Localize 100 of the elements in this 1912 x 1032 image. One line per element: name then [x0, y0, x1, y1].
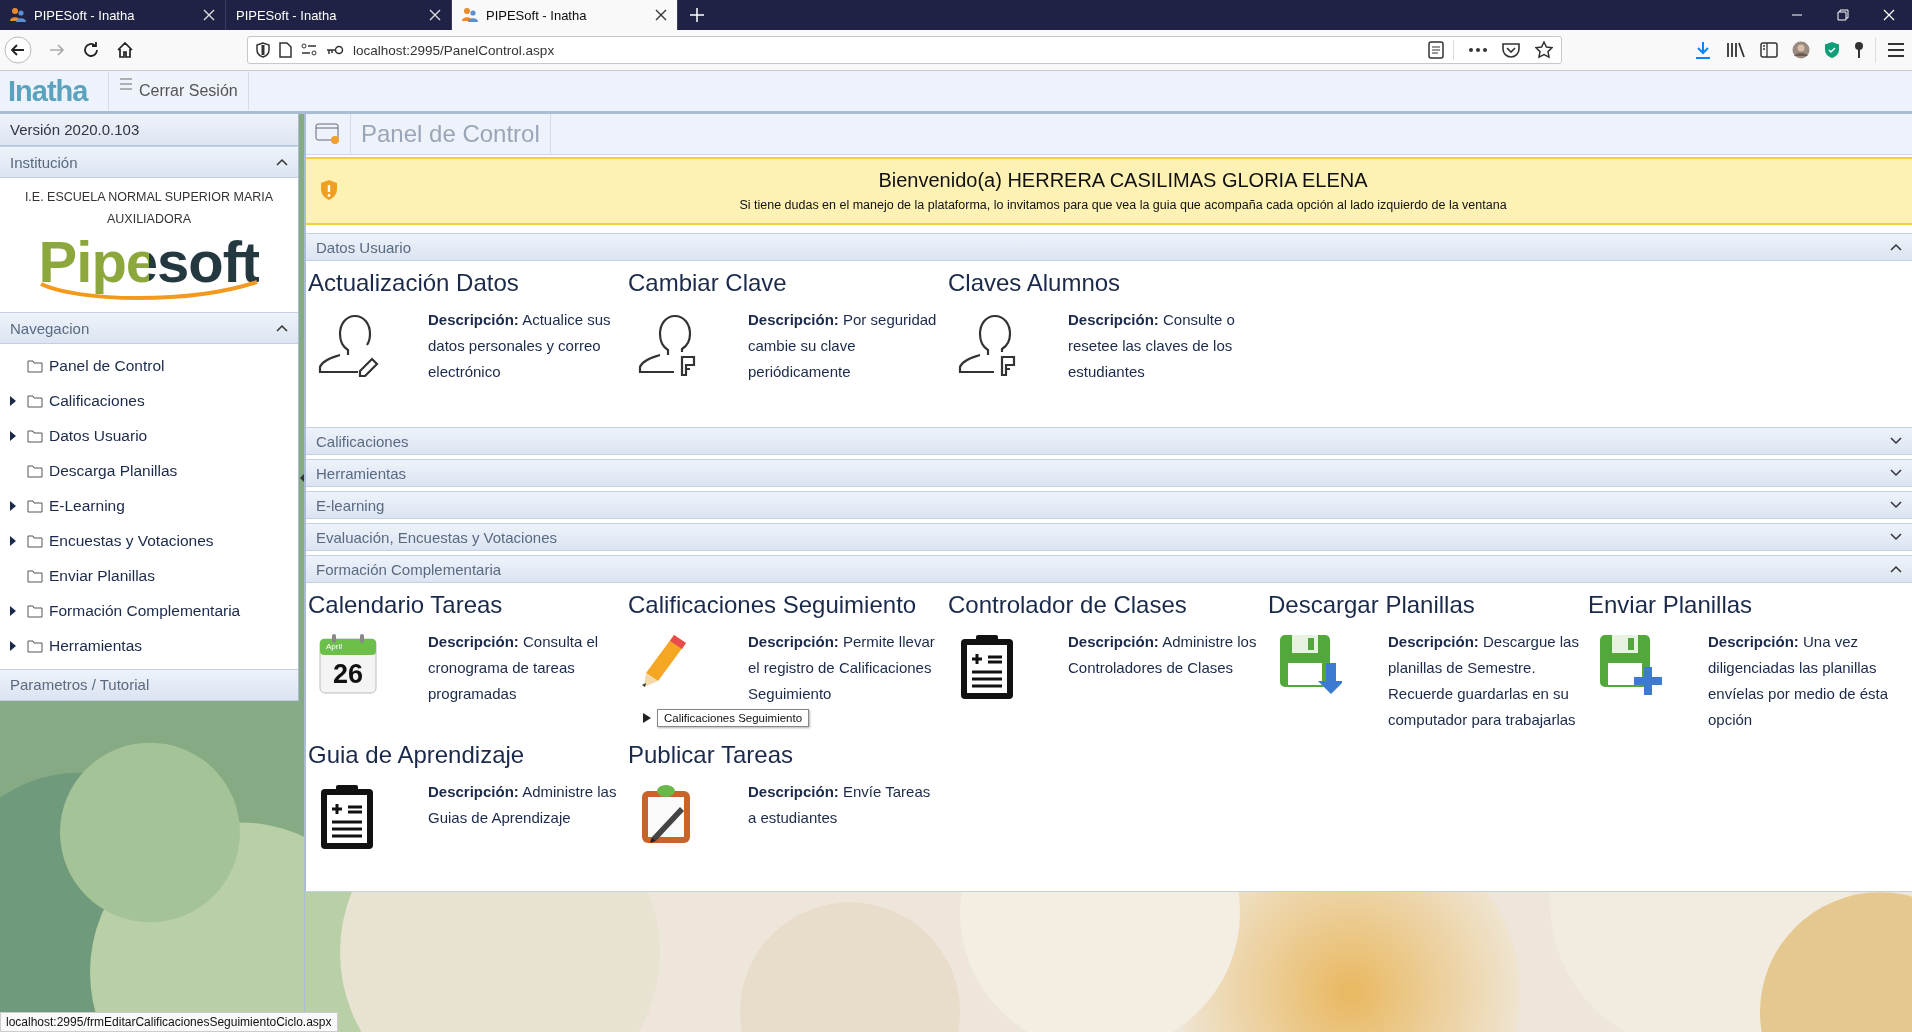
clipboard-list-icon[interactable] [318, 783, 376, 851]
card-title[interactable]: Descargar Planillas [1268, 591, 1588, 619]
nav-item[interactable]: Datos Usuario [49, 426, 148, 445]
card-description: Descripción: Permite llevar el registro de Calificaciones Seguimiento [748, 632, 936, 704]
logout-menu-item[interactable]: Cerrar Sesión [108, 72, 249, 110]
clipboard-list-icon[interactable] [958, 633, 1016, 701]
version-label: Versión 2020.0.103 [0, 114, 298, 146]
expand-arrow-icon[interactable] [10, 430, 16, 441]
chevron-up-icon[interactable] [276, 158, 288, 166]
shield-icon[interactable] [1824, 41, 1840, 59]
cursor-arrow-icon [643, 713, 651, 723]
nav-item[interactable]: Panel de Control [49, 356, 165, 375]
restore-icon[interactable] [1837, 9, 1849, 21]
card-title[interactable]: Enviar Planillas [1588, 591, 1908, 619]
reload-icon[interactable] [82, 41, 100, 59]
expand-arrow-icon[interactable] [10, 395, 16, 406]
card-description: Descripción: Descargue las planillas de Semestre. Recuerde guardarlas en su computador para trabajarlas [1388, 632, 1580, 730]
folder-icon [27, 533, 43, 548]
card-title[interactable]: Calendario Tareas [308, 591, 628, 619]
page-title: Panel de Control [351, 114, 551, 154]
chevron-up-icon[interactable] [276, 324, 288, 332]
nav-item[interactable]: Descarga Planillas [49, 461, 178, 480]
panel-header[interactable]: Parametros / Tutorial [0, 669, 298, 701]
reader-view-icon[interactable] [1428, 41, 1444, 59]
panel-header-title: Evaluación, Encuestas y Votaciones [316, 528, 557, 546]
nav-item[interactable]: Enviar Planillas [49, 566, 155, 585]
avatar-icon[interactable] [1792, 41, 1810, 59]
url-text: localhost:2995/PanelControl.aspx [353, 42, 555, 58]
new-tab-icon[interactable] [690, 8, 704, 22]
folder-icon [27, 393, 43, 408]
collapse-arrow-icon[interactable] [300, 474, 304, 482]
key-icon [326, 45, 344, 55]
status-url: localhost:2995/frmEditarCalificacionesSeguimientoCiclo.aspx [0, 1012, 338, 1032]
panel-header[interactable]: Formación Complementaria [306, 555, 1912, 583]
card-title[interactable]: Actualización Datos [308, 269, 628, 297]
floppy-download-icon[interactable] [1278, 633, 1342, 695]
calendar-day: 26 [318, 659, 378, 690]
card-title[interactable]: Guia de Aprendizaje [308, 741, 628, 769]
panel-header-title: Calificaciones [316, 432, 409, 450]
pocket-icon[interactable] [1502, 42, 1520, 58]
more-icon[interactable] [1469, 48, 1487, 52]
card-title[interactable]: Publicar Tareas [628, 741, 948, 769]
panel-header[interactable]: Institución [0, 146, 298, 178]
folder-icon [27, 428, 43, 443]
card-description: Descripción: Consulta el cronograma de tareas programadas [428, 632, 600, 704]
panel-header-title: Datos Usuario [316, 238, 412, 256]
warning-shield-icon [320, 179, 338, 201]
panel-header-title: Herramientas [316, 464, 407, 482]
card-description: Descripción: Por seguridad cambie su clave periódicamente [748, 310, 938, 382]
chevron-up-icon[interactable] [1890, 565, 1902, 573]
star-icon[interactable] [1535, 41, 1553, 59]
panel-header[interactable]: Navegacion [0, 312, 298, 344]
shield-icon [256, 42, 270, 58]
calendar-month: April [326, 642, 342, 651]
panel-header-title: Formación Complementaria [316, 560, 502, 578]
nav-item[interactable]: Calificaciones [49, 391, 145, 410]
expand-arrow-icon[interactable] [10, 640, 16, 651]
menu-icon[interactable] [1887, 43, 1905, 57]
download-icon[interactable] [1694, 41, 1712, 59]
menu-icon [119, 78, 133, 90]
nav-item[interactable]: Formación Complementaria [49, 601, 241, 620]
card-title[interactable]: Calificaciones Seguimiento [628, 591, 948, 619]
expand-arrow-icon[interactable] [10, 500, 16, 511]
chevron-down-icon[interactable] [1890, 437, 1902, 445]
panel-header[interactable]: Evaluación, Encuestas y Votaciones [306, 523, 1912, 551]
card-description: Descripción: Una vez diligenciadas las planillas envíelas por medio de ésta opción [1708, 632, 1890, 730]
library-icon[interactable] [1726, 42, 1746, 58]
back-icon[interactable] [4, 36, 32, 64]
address-bar[interactable]: localhost:2995/PanelControl.aspx [247, 36, 1562, 64]
nav-item[interactable]: Herramientas [49, 636, 143, 655]
card-description: Descripción: Administre los Controladores de Clases [1068, 632, 1258, 678]
sidebar-icon[interactable] [1760, 42, 1778, 58]
panel-header[interactable]: E-learning [306, 491, 1912, 519]
pin-icon[interactable] [1854, 41, 1864, 59]
calendar-icon[interactable]: April 26 [318, 633, 378, 695]
panel-header-title: E-learning [316, 496, 385, 514]
panel-header[interactable]: Calificaciones [306, 427, 1912, 455]
card-description: Descripción: Consulte o resetee las claves de los estudiantes [1068, 310, 1236, 382]
card-title[interactable]: Claves Alumnos [948, 269, 1268, 297]
folder-icon [27, 358, 43, 373]
expand-arrow-icon[interactable] [10, 535, 16, 546]
welcome-message: Si tiene dudas en el manejo de la plataforma, lo invitamos para que vea la guia que acompaña cada opción al lado izquierdo de la ventana [738, 197, 1508, 214]
home-icon[interactable] [116, 41, 134, 59]
chevron-up-icon[interactable] [1890, 243, 1902, 251]
panel-header-title: Institución [10, 153, 78, 171]
browser-tab[interactable]: PIPESoft - Inatha [452, 0, 678, 30]
close-icon[interactable] [655, 9, 667, 21]
nav-item[interactable]: Encuestas y Votaciones [49, 531, 214, 550]
nav-item[interactable]: E-Learning [49, 496, 125, 515]
folder-icon [27, 498, 43, 513]
panel-header[interactable]: Herramientas [306, 459, 1912, 487]
expand-arrow-icon[interactable] [10, 605, 16, 616]
chevron-down-icon[interactable] [1890, 501, 1902, 509]
panel-header[interactable]: Datos Usuario [306, 233, 1912, 261]
chevron-down-icon[interactable] [1890, 469, 1902, 477]
floppy-add-icon[interactable] [1598, 633, 1662, 695]
card-description: Descripción: Actualice sus datos personales y correo electrónico [428, 310, 612, 382]
card-title[interactable]: Cambiar Clave [628, 269, 948, 297]
card-title[interactable]: Controlador de Clases [948, 591, 1268, 619]
chevron-down-icon[interactable] [1890, 533, 1902, 541]
